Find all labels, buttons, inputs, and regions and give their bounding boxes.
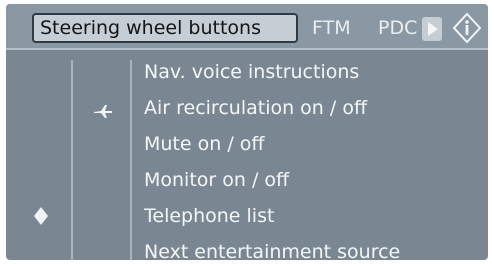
column-divider <box>71 60 73 260</box>
play-arrow-icon[interactable] <box>422 17 442 41</box>
tab-bar: Steering wheel buttons FTM PDC <box>6 4 488 50</box>
info-icon[interactable] <box>452 12 482 44</box>
tab-ftm[interactable]: FTM <box>312 13 368 43</box>
tab-pdc[interactable]: PDC <box>378 13 418 43</box>
menu-item-air-recirculation[interactable]: Air recirculation on / off <box>144 92 484 128</box>
steering-button-function-list: Nav. voice instructions Air recirculatio… <box>144 56 484 260</box>
airplane-icon <box>92 103 114 123</box>
menu-item-nav-voice[interactable]: Nav. voice instructions <box>144 56 484 92</box>
menu-item-telephone-list[interactable]: Telephone list <box>144 200 484 236</box>
menu-item-mute[interactable]: Mute on / off <box>144 128 484 164</box>
diamond-icon <box>33 206 49 230</box>
idrive-screen: Steering wheel buttons FTM PDC Nav. voic… <box>6 4 488 260</box>
menu-item-next-entertainment[interactable]: Next entertainment source <box>144 236 484 260</box>
menu-item-monitor[interactable]: Monitor on / off <box>144 164 484 200</box>
column-divider <box>130 60 132 260</box>
tab-steering-wheel-buttons[interactable]: Steering wheel buttons <box>32 13 298 43</box>
